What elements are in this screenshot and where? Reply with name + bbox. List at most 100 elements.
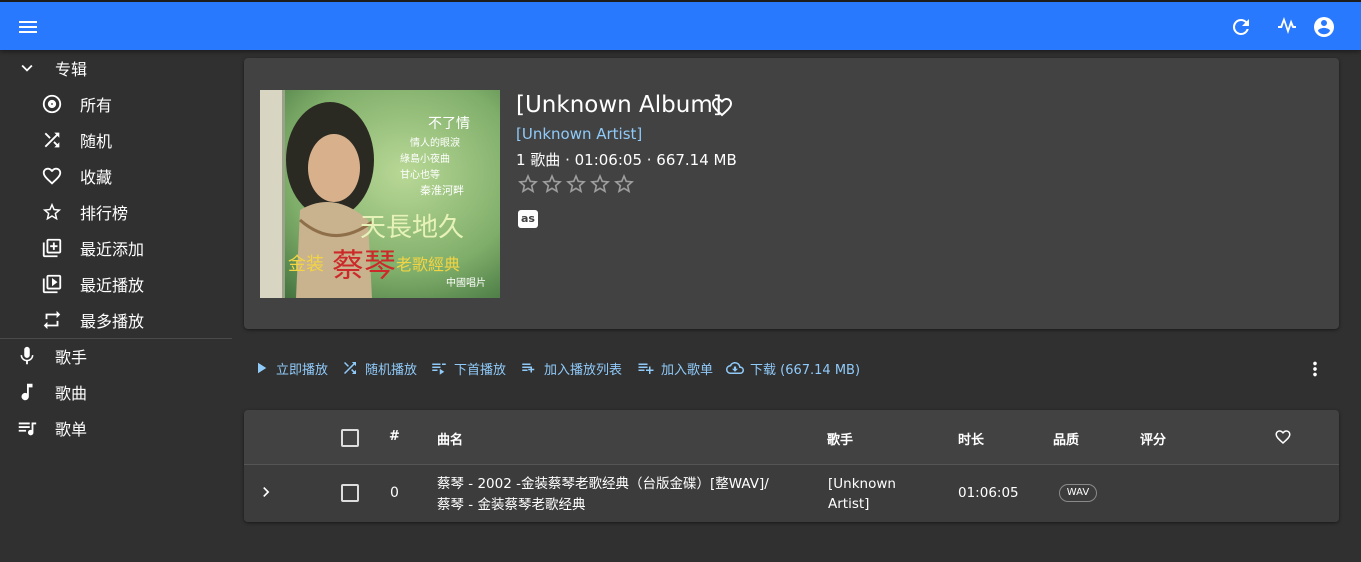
album-actions-toolbar: 立即播放 随机播放 下首播放 加入播放列表 加入歌单 下载 (667.14 MB… xyxy=(244,350,1339,386)
sidebar-section-albums[interactable]: 专辑 xyxy=(0,50,232,86)
repeat-icon xyxy=(40,308,64,332)
cover-series: 老歌經典 xyxy=(396,255,460,274)
sidebar-item-playlists[interactable]: 歌单 xyxy=(0,410,232,446)
add-to-playlist-label: 加入歌单 xyxy=(661,362,714,378)
sidebar-item-artists[interactable]: 歌手 xyxy=(0,338,232,374)
lastfm-icon[interactable]: as xyxy=(518,210,538,228)
add-to-queue-label: 加入播放列表 xyxy=(544,362,623,378)
cloud-download-icon xyxy=(726,362,744,374)
select-all-checkbox[interactable] xyxy=(341,429,359,447)
cover-artist: 蔡琴 xyxy=(332,246,396,284)
star-outline-icon[interactable] xyxy=(564,172,588,196)
play-next-label: 下首播放 xyxy=(454,362,507,378)
row-title-line1: 蔡琴 - 2002 -金装蔡琴老歌经典（台版金碟）[整WAV]/ xyxy=(437,476,769,492)
add-to-playlist-button[interactable]: 加入歌单 xyxy=(637,358,713,378)
microphone-icon xyxy=(15,344,39,368)
sidebar-item-songs[interactable]: 歌曲 xyxy=(0,374,232,410)
sidebar-item-random[interactable]: 随机 xyxy=(0,122,232,158)
refresh-icon[interactable] xyxy=(1229,15,1253,39)
star-outline-icon[interactable] xyxy=(540,172,564,196)
add-to-queue-button[interactable]: 加入播放列表 xyxy=(520,358,622,378)
sidebar-item-favorites[interactable]: 收藏 xyxy=(0,158,232,194)
album-artist-link[interactable]: [Unknown Artist] xyxy=(516,125,642,143)
music-note-icon xyxy=(15,380,39,404)
header-heart-icon[interactable] xyxy=(1274,428,1292,446)
chevron-right-icon[interactable] xyxy=(256,482,276,502)
favorite-heart-icon[interactable] xyxy=(710,95,734,119)
sidebar-item-label: 所有 xyxy=(80,96,113,115)
play-next-icon xyxy=(432,363,446,375)
sidebar-item-label: 最近添加 xyxy=(80,240,145,259)
sidebar-item-label: 歌手 xyxy=(55,348,88,367)
header-quality[interactable]: 品质 xyxy=(1053,429,1079,448)
play-label: 立即播放 xyxy=(276,362,329,378)
row-artist-line1: [Unknown xyxy=(828,476,896,492)
album-cover-art: 不了情 情人的眼淚 綠島小夜曲 甘心也等 秦淮河畔 天長地久 金装 蔡琴 老歌經… xyxy=(260,90,500,298)
download-label: 下载 (667.14 MB) xyxy=(750,362,861,378)
row-duration: 01:06:05 xyxy=(958,485,1019,501)
activity-icon[interactable] xyxy=(1275,15,1299,39)
sidebar-item-most-played[interactable]: 最多播放 xyxy=(0,302,232,338)
quality-badge: WAV xyxy=(1059,484,1097,502)
download-button[interactable]: 下载 (667.14 MB) xyxy=(726,358,860,378)
queue-add-icon xyxy=(638,363,654,374)
header-number[interactable]: # xyxy=(389,429,400,444)
sidebar-item-label: 歌曲 xyxy=(55,384,88,403)
sidebar-item-top-rated[interactable]: 排行榜 xyxy=(0,194,232,230)
header-rating[interactable]: 评分 xyxy=(1140,429,1166,448)
shuffle-icon xyxy=(344,362,356,374)
more-vert-icon[interactable] xyxy=(1304,358,1326,380)
sidebar-item-label: 排行榜 xyxy=(80,204,129,223)
album-icon xyxy=(40,92,64,116)
menu-icon[interactable] xyxy=(16,15,40,39)
rating-stars[interactable] xyxy=(516,172,636,196)
sidebar-item-label: 最近播放 xyxy=(80,276,145,295)
album-header-card: 不了情 情人的眼淚 綠島小夜曲 甘心也等 秦淮河畔 天長地久 金装 蔡琴 老歌經… xyxy=(244,58,1339,329)
chevron-down-icon xyxy=(15,56,39,80)
cover-line-3: 甘心也等 xyxy=(400,168,440,181)
library-add-icon xyxy=(40,236,64,260)
row-artist-line2: Artist] xyxy=(828,496,870,512)
sidebar-item-label: 最多播放 xyxy=(80,312,145,331)
sidebar-item-label: 随机 xyxy=(80,132,113,151)
sidebar-item-recently-played[interactable]: 最近播放 xyxy=(0,266,232,302)
cover-line-1: 情人的眼淚 xyxy=(410,136,460,149)
sidebar-item-all[interactable]: 所有 xyxy=(0,86,232,122)
sidebar: 专辑 所有 随机 收藏 排行榜 最近添加 最近播放 最多播放 歌手 歌曲 歌单 xyxy=(0,50,232,562)
video-library-icon xyxy=(40,272,64,296)
header-title[interactable]: 曲名 xyxy=(437,429,463,448)
account-icon[interactable] xyxy=(1312,15,1336,39)
sidebar-item-label: 收藏 xyxy=(80,168,113,187)
cover-line-4: 秦淮河畔 xyxy=(420,183,464,197)
album-title: [Unknown Album] xyxy=(516,92,722,118)
sidebar-item-recently-added[interactable]: 最近添加 xyxy=(0,230,232,266)
album-meta: 1 歌曲 · 01:06:05 · 667.14 MB xyxy=(516,151,737,169)
playlist-add-icon xyxy=(522,363,535,373)
star-outline-icon[interactable] xyxy=(588,172,612,196)
row-checkbox[interactable] xyxy=(341,484,359,502)
row-number: 0 xyxy=(390,485,399,501)
play-button[interactable]: 立即播放 xyxy=(252,358,328,378)
shuffle-icon xyxy=(40,128,64,152)
play-next-button[interactable]: 下首播放 xyxy=(430,358,506,378)
star-outline-icon xyxy=(40,200,64,224)
shuffle-button[interactable]: 随机播放 xyxy=(341,358,417,378)
song-table: # 曲名 歌手 时长 品质 评分 0 蔡琴 - 2002 -金装蔡琴老歌经典（台… xyxy=(244,410,1339,522)
sidebar-section-label: 专辑 xyxy=(55,60,88,79)
cover-brand: 金装 xyxy=(288,254,324,275)
star-outline-icon[interactable] xyxy=(516,172,540,196)
heart-outline-icon xyxy=(40,164,64,188)
app-bar xyxy=(0,0,1361,50)
header-duration[interactable]: 时长 xyxy=(958,429,984,448)
row-artist[interactable]: [Unknown Artist] xyxy=(828,474,896,514)
cover-title-top: 不了情 xyxy=(428,116,470,132)
star-outline-icon[interactable] xyxy=(612,172,636,196)
album-cover[interactable]: 不了情 情人的眼淚 綠島小夜曲 甘心也等 秦淮河畔 天長地久 金装 蔡琴 老歌經… xyxy=(260,90,500,298)
queue-music-icon xyxy=(15,416,39,440)
play-icon xyxy=(258,362,267,374)
row-title-line2: 蔡琴 - 金装蔡琴老歌经典 xyxy=(437,497,586,513)
cover-big-title: 天長地久 xyxy=(360,213,464,243)
cover-line-2: 綠島小夜曲 xyxy=(400,152,450,165)
cover-sub: 中國唱片 xyxy=(446,276,486,289)
header-artist[interactable]: 歌手 xyxy=(827,429,853,448)
